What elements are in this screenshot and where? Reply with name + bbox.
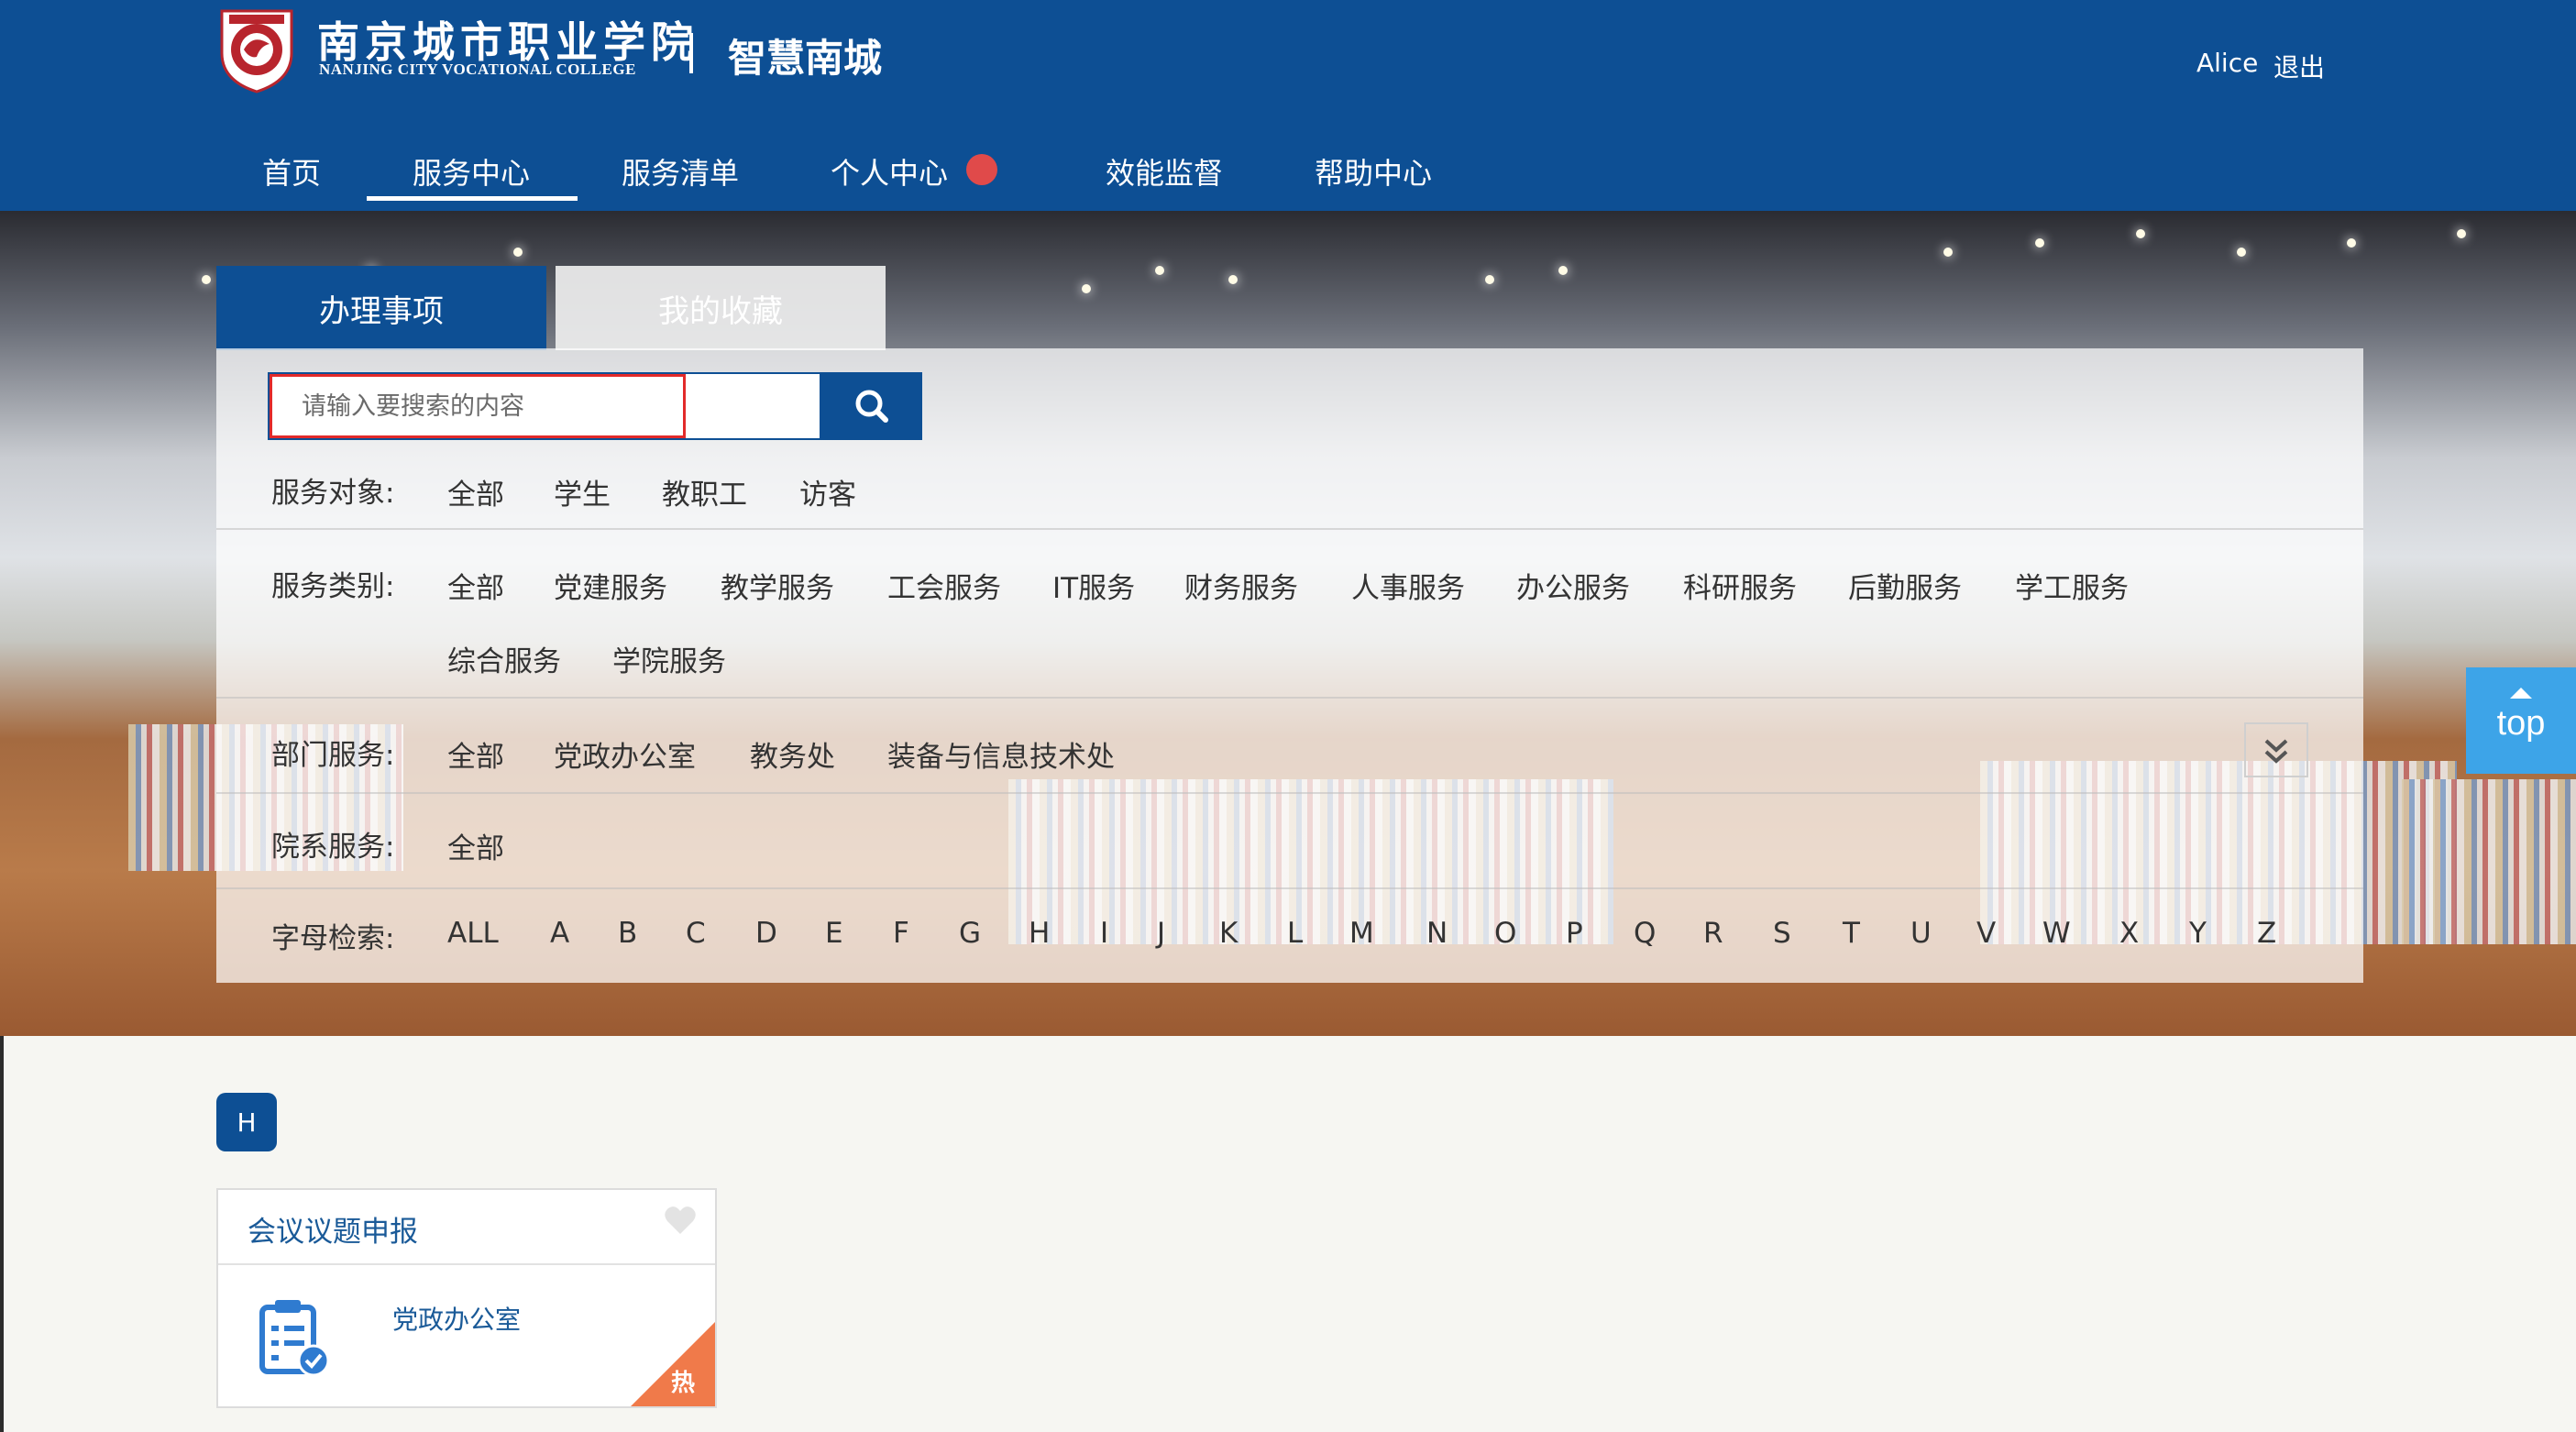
- category-option-college[interactable]: 学院服务: [612, 638, 726, 679]
- target-option-all[interactable]: 全部: [447, 471, 504, 512]
- expand-more-button[interactable]: [2244, 722, 2308, 777]
- search-input[interactable]: [270, 374, 686, 438]
- letter-i[interactable]: I: [1100, 917, 1108, 950]
- category-option-logistics[interactable]: 后勤服务: [1848, 565, 1962, 606]
- card-department: 党政办公室: [392, 1305, 522, 1335]
- row-divider: [216, 697, 2363, 699]
- letter-v[interactable]: V: [1976, 917, 1996, 950]
- letter-g[interactable]: G: [959, 917, 981, 950]
- filter-label-target: 服务对象:: [271, 477, 395, 510]
- department-option-party-office[interactable]: 党政办公室: [554, 733, 696, 775]
- clipboard-check-icon: [259, 1300, 330, 1377]
- back-to-top-button[interactable]: top: [2466, 667, 2576, 774]
- letter-o[interactable]: O: [1494, 917, 1516, 950]
- category-option-all[interactable]: 全部: [447, 565, 504, 606]
- letter-l[interactable]: L: [1287, 917, 1303, 950]
- letter-r[interactable]: R: [1703, 917, 1723, 950]
- logo-divider: [689, 33, 693, 73]
- letter-t[interactable]: T: [1843, 917, 1860, 950]
- nav-item-home[interactable]: 首页: [262, 150, 321, 193]
- department-option-academic-affairs[interactable]: 教务处: [750, 733, 835, 775]
- user-name[interactable]: Alice: [2196, 48, 2258, 78]
- category-option-it[interactable]: IT服务: [1052, 565, 1135, 606]
- logout-link[interactable]: 退出: [2273, 48, 2325, 84]
- site-name: 智慧南城: [728, 36, 883, 81]
- letter-q[interactable]: Q: [1634, 917, 1656, 950]
- chevron-double-down-icon: [2244, 722, 2308, 777]
- card-header: 会议议题申报: [218, 1190, 715, 1265]
- target-option-visitor[interactable]: 访客: [799, 471, 856, 512]
- letter-w[interactable]: W: [2042, 917, 2071, 950]
- heart-icon[interactable]: [664, 1205, 697, 1236]
- letter-f[interactable]: F: [893, 917, 909, 950]
- letter-b[interactable]: B: [618, 917, 637, 950]
- filter-label-college: 院系服务:: [271, 831, 395, 864]
- letter-c[interactable]: C: [686, 917, 706, 950]
- filter-label-category: 服务类别:: [271, 570, 395, 603]
- category-option-hr[interactable]: 人事服务: [1351, 565, 1465, 606]
- letter-n[interactable]: N: [1426, 917, 1448, 950]
- nav-item-personal-center[interactable]: 个人中心: [831, 150, 948, 193]
- letter-a[interactable]: A: [550, 917, 569, 950]
- row-divider: [216, 528, 2363, 530]
- category-option-union[interactable]: 工会服务: [887, 565, 1001, 606]
- target-option-staff[interactable]: 教职工: [662, 471, 747, 512]
- filter-label-department: 部门服务:: [271, 739, 395, 772]
- category-option-research[interactable]: 科研服务: [1683, 565, 1797, 606]
- letter-d[interactable]: D: [755, 917, 777, 950]
- card-title: 会议议题申报: [248, 1216, 418, 1249]
- nav-item-efficiency-supervision[interactable]: 效能监督: [1106, 150, 1223, 193]
- notification-badge: [966, 154, 997, 185]
- letter-s[interactable]: S: [1773, 917, 1791, 950]
- college-option-all[interactable]: 全部: [447, 825, 504, 866]
- letter-e[interactable]: E: [825, 917, 843, 950]
- letter-j[interactable]: J: [1157, 917, 1165, 950]
- letter-y[interactable]: Y: [2189, 917, 2207, 950]
- category-option-finance[interactable]: 财务服务: [1184, 565, 1298, 606]
- department-option-equipment-it[interactable]: 装备与信息技术处: [887, 733, 1115, 775]
- category-option-teaching[interactable]: 教学服务: [721, 565, 834, 606]
- hot-label: 热: [671, 1370, 696, 1397]
- nav-active-indicator: [367, 196, 578, 201]
- letter-p[interactable]: P: [1566, 917, 1583, 950]
- category-option-student-affairs[interactable]: 学工服务: [2015, 565, 2129, 606]
- search-icon: [855, 390, 888, 423]
- top-header: 南京城市职业学院 NANJING CITY VOCATIONAL COLLEGE…: [0, 0, 2576, 211]
- target-option-student[interactable]: 学生: [554, 471, 611, 512]
- letter-h[interactable]: H: [1029, 917, 1050, 950]
- tab-my-favorites[interactable]: 我的收藏: [556, 266, 886, 350]
- back-to-top-label: top: [2496, 704, 2546, 743]
- school-name-en: NANJING CITY VOCATIONAL COLLEGE: [319, 61, 636, 78]
- letter-all[interactable]: ALL: [447, 917, 499, 950]
- row-divider: [216, 887, 2363, 889]
- letter-u[interactable]: U: [1910, 917, 1932, 950]
- search-button[interactable]: [821, 372, 922, 440]
- nav-item-service-center[interactable]: 服务中心: [413, 150, 530, 193]
- school-logo-icon: [220, 9, 293, 94]
- letter-x[interactable]: X: [2119, 917, 2139, 950]
- category-option-party[interactable]: 党建服务: [554, 565, 667, 606]
- letter-k[interactable]: K: [1219, 917, 1238, 950]
- letter-m[interactable]: M: [1349, 917, 1374, 950]
- group-letter-badge: H: [216, 1093, 277, 1151]
- nav-item-service-list[interactable]: 服务清单: [622, 150, 739, 193]
- nav-item-help-center[interactable]: 帮助中心: [1315, 150, 1432, 193]
- category-option-general[interactable]: 综合服务: [447, 638, 561, 679]
- service-card[interactable]: 会议议题申报 党政办公室 热: [216, 1188, 717, 1408]
- filter-label-alphabet: 字母检索:: [271, 922, 395, 955]
- category-option-office[interactable]: 办公服务: [1516, 565, 1630, 606]
- tab-handle-items[interactable]: 办理事项: [216, 266, 546, 350]
- department-option-all[interactable]: 全部: [447, 733, 504, 775]
- row-divider: [216, 792, 2363, 794]
- letter-z[interactable]: Z: [2257, 917, 2276, 950]
